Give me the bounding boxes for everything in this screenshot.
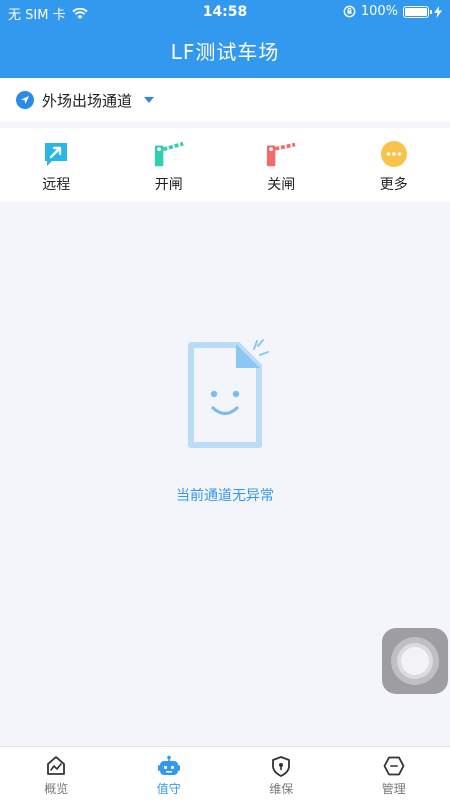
channel-name: 外场出场通道 [42, 91, 133, 110]
tab-overview-label: 概览 [44, 782, 69, 796]
shield-icon [270, 755, 292, 777]
channel-selector[interactable]: 外场出场通道 [0, 78, 450, 122]
more-button[interactable]: 更多 [338, 128, 450, 202]
open-gate-button[interactable]: 开闸 [113, 128, 226, 202]
smiling-document-icon [170, 335, 280, 455]
battery-icon [403, 5, 432, 18]
close-gate-button[interactable]: 关闸 [225, 128, 338, 202]
tab-duty-label: 值守 [156, 782, 181, 796]
close-gate-label: 关闸 [267, 177, 296, 193]
tab-maintenance-label: 维保 [269, 782, 294, 796]
overview-icon [45, 755, 67, 777]
tab-bar: 概览 值守 维保 管理 [0, 746, 450, 800]
battery-percent: 100% [360, 4, 398, 19]
tab-manage[interactable]: 管理 [338, 747, 450, 800]
orientation-lock-icon [343, 5, 356, 18]
gate-close-icon [265, 140, 297, 168]
assistive-touch-button[interactable] [382, 628, 448, 694]
app-header: 无 SIM 卡 14:58 100% LF测试车场 [0, 0, 450, 78]
remote-icon [40, 140, 72, 168]
page-title: LF测试车场 [170, 40, 280, 64]
status-bar: 无 SIM 卡 14:58 100% [0, 0, 450, 23]
gate-open-icon [153, 140, 185, 168]
tab-duty[interactable]: 值守 [113, 747, 226, 800]
empty-state: 当前通道无异常 [0, 335, 450, 505]
tab-maintenance[interactable]: 维保 [225, 747, 338, 800]
charging-bolt-icon [434, 5, 442, 18]
empty-message: 当前通道无异常 [176, 488, 274, 504]
tab-manage-label: 管理 [381, 782, 406, 796]
location-arrow-icon [16, 91, 34, 109]
manage-icon [383, 755, 405, 777]
remote-label: 远程 [42, 177, 71, 193]
caret-down-icon [144, 97, 155, 103]
more-label: 更多 [379, 177, 408, 193]
action-bar: 远程 开闸 关闸 更多 [0, 128, 450, 202]
open-gate-label: 开闸 [154, 177, 183, 193]
more-icon [378, 140, 410, 168]
robot-icon [157, 755, 180, 777]
remote-button[interactable]: 远程 [0, 128, 113, 202]
tab-overview[interactable]: 概览 [0, 747, 113, 800]
